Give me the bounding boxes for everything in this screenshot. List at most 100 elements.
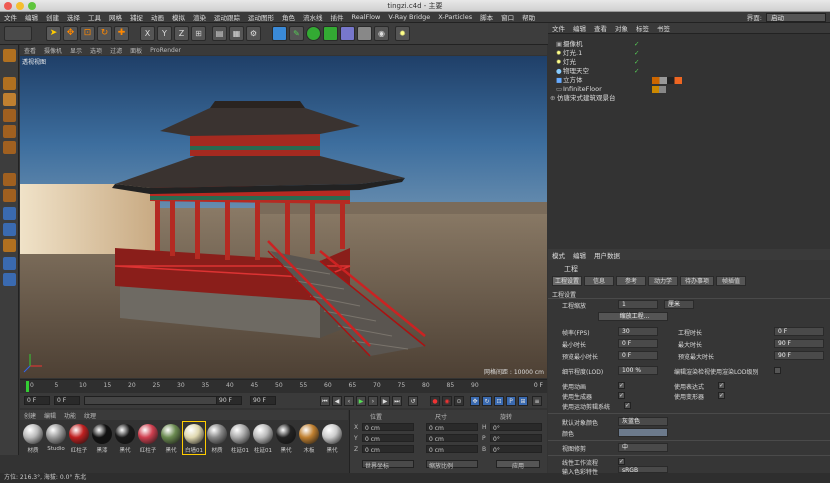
polygons-mode-icon[interactable] — [3, 141, 16, 154]
scale-icon[interactable]: ⊡ — [80, 26, 95, 41]
material-swatch[interactable]: 材质 — [22, 422, 44, 454]
rotate-icon[interactable]: ↻ — [97, 26, 112, 41]
obj-menu-tags[interactable]: 标签 — [632, 23, 653, 33]
key-scale-icon[interactable]: ⊡ — [494, 396, 504, 406]
object-row[interactable]: ■立方体 — [548, 76, 830, 85]
workplane-icon[interactable] — [3, 223, 16, 236]
material-swatch[interactable]: 黑代 — [321, 422, 343, 454]
obj-menu-edit[interactable]: 编辑 — [569, 23, 590, 33]
key-rotation-icon[interactable]: ↻ — [482, 396, 492, 406]
material-swatch[interactable]: 黑代 — [160, 422, 182, 454]
object-row[interactable]: ✹ 灯光 ✓ — [548, 58, 830, 67]
start-frame-field[interactable]: 0 F — [24, 396, 50, 405]
key-position-icon[interactable]: ✥ — [470, 396, 480, 406]
texture-mode-icon[interactable] — [3, 93, 16, 106]
menu-vray[interactable]: V-Ray Bridge — [384, 13, 434, 21]
menu-render[interactable]: 渲染 — [189, 12, 210, 22]
coord-scale-select[interactable]: 缩放比例 — [426, 460, 478, 470]
preview-end-field[interactable]: 90 F — [250, 396, 276, 405]
play-button[interactable]: ▶ — [356, 396, 366, 406]
view-clip-select[interactable]: 中 — [618, 443, 668, 452]
menu-tools[interactable]: 工具 — [84, 12, 105, 22]
key-param-icon[interactable]: P — [506, 396, 516, 406]
keyframe-selection-icon[interactable]: ⊙ — [454, 396, 464, 406]
record-icon[interactable]: ● — [430, 396, 440, 406]
pos-y-field[interactable]: 0 cm — [362, 434, 414, 443]
playhead[interactable] — [26, 381, 29, 392]
frame-slider[interactable] — [84, 396, 234, 405]
visibility-toggle[interactable]: ✓ — [634, 40, 639, 49]
rot-h-field[interactable]: 0° — [490, 423, 542, 432]
linear-workflow-checkbox[interactable]: ✓ — [618, 458, 625, 465]
object-row[interactable]: ⊕ 仿唐宋式建筑观景台 — [548, 94, 830, 103]
attr-menu-edit[interactable]: 编辑 — [569, 250, 590, 260]
end-frame-field[interactable]: 90 F — [216, 396, 242, 405]
rot-p-field[interactable]: 0° — [490, 434, 542, 443]
use-motion-checkbox[interactable]: ✓ — [624, 402, 631, 409]
pos-x-field[interactable]: 0 cm — [362, 423, 414, 432]
camera-icon[interactable]: ◉ — [374, 26, 389, 41]
visibility-toggle[interactable]: ✓ — [634, 58, 639, 67]
floor-icon[interactable] — [357, 26, 372, 41]
material-swatch[interactable]: 黑代 — [114, 422, 136, 454]
obj-menu-object[interactable]: 对象 — [611, 23, 632, 33]
vp-menu-prorender[interactable]: ProRender — [146, 47, 185, 54]
material-swatch[interactable]: 红柱子 — [68, 422, 90, 454]
next-key-button[interactable]: ▶ — [380, 396, 390, 406]
minimize-window-button[interactable] — [16, 2, 24, 10]
scale-project-button[interactable]: 缩放工程... — [598, 312, 668, 321]
menu-select[interactable]: 选择 — [63, 12, 84, 22]
project-scale-field[interactable]: 1 — [618, 300, 658, 309]
menu-pipeline[interactable]: 流水线 — [299, 12, 327, 22]
render-settings-icon[interactable]: ⚙ — [246, 26, 261, 41]
menu-realflow[interactable]: RealFlow — [348, 13, 385, 21]
object-row[interactable]: ✹ 灯光.1 ✓ — [548, 49, 830, 58]
mat-menu-function[interactable]: 功能 — [60, 411, 80, 420]
edges-mode-icon[interactable] — [3, 125, 16, 138]
grid-icon[interactable] — [3, 273, 16, 286]
goto-start-button[interactable]: ⏮ — [320, 396, 330, 406]
make-editable-icon[interactable] — [3, 49, 16, 62]
close-window-button[interactable] — [4, 2, 12, 10]
apply-button[interactable]: 应用 — [496, 460, 540, 470]
next-frame-button[interactable]: › — [368, 396, 378, 406]
vp-menu-view[interactable]: 查看 — [20, 46, 40, 55]
light-icon[interactable]: ✹ — [395, 26, 410, 41]
material-swatch[interactable]: 木板 — [298, 422, 320, 454]
object-row[interactable]: ●物理天空 ✓ — [548, 67, 830, 76]
select-icon[interactable]: ➤ — [46, 26, 61, 41]
menu-plugins[interactable]: 插件 — [327, 12, 348, 22]
menu-help[interactable]: 帮助 — [518, 12, 539, 22]
attr-menu-mode[interactable]: 模式 — [548, 250, 569, 260]
visibility-toggle[interactable]: ✓ — [634, 49, 639, 58]
perspective-viewport[interactable]: 透视视图 网格间距 : 10000 cm — [20, 56, 547, 378]
menu-simulate[interactable]: 模拟 — [168, 12, 189, 22]
menu-create[interactable]: 创建 — [42, 12, 63, 22]
snap-settings-icon[interactable] — [3, 257, 16, 270]
lod-field[interactable]: 100 % — [618, 366, 658, 375]
tab-info[interactable]: 信息 — [584, 276, 614, 286]
lod-checkbox[interactable] — [774, 367, 781, 374]
material-swatch[interactable]: Studio — [45, 422, 67, 452]
obj-menu-view[interactable]: 查看 — [590, 23, 611, 33]
visibility-toggle[interactable]: ✓ — [634, 67, 639, 76]
zoom-window-button[interactable] — [28, 2, 36, 10]
material-tags[interactable] — [652, 86, 666, 93]
mat-menu-create[interactable]: 创建 — [20, 411, 40, 420]
tab-reference[interactable]: 参考 — [616, 276, 646, 286]
axis-mode-icon[interactable] — [3, 173, 16, 186]
deformer-icon[interactable] — [340, 26, 355, 41]
menu-snap[interactable]: 捕捉 — [126, 12, 147, 22]
coord-system-icon[interactable]: ⊞ — [191, 26, 206, 41]
layout-select[interactable]: 启动 — [766, 12, 826, 22]
vp-menu-options[interactable]: 选项 — [86, 46, 106, 55]
use-anim-checkbox[interactable]: ✓ — [618, 382, 625, 389]
autokey-icon[interactable]: ◉ — [442, 396, 452, 406]
material-swatch[interactable]: 材质 — [206, 422, 228, 454]
render-picture-icon[interactable]: ▦ — [229, 26, 244, 41]
material-swatch[interactable]: 黑漆 — [91, 422, 113, 454]
use-gen-checkbox[interactable]: ✓ — [618, 392, 625, 399]
timeline-ruler[interactable]: 0 5 10 15 20 25 30 35 40 45 50 55 60 65 70 75 80 85 90 0 F — [20, 379, 547, 393]
goto-end-button[interactable]: ⏭ — [392, 396, 402, 406]
use-expr-checkbox[interactable]: ✓ — [718, 382, 725, 389]
